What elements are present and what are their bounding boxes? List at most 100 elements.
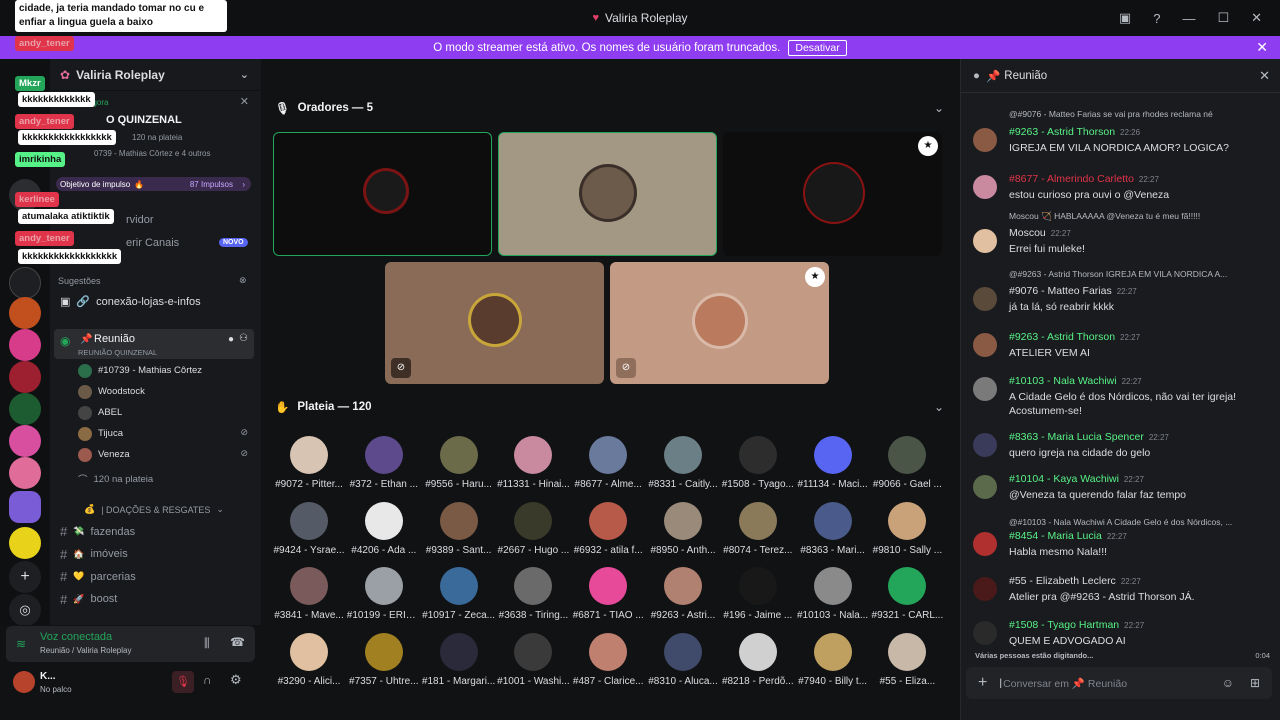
server-folder[interactable] [9,491,41,523]
speakers-header[interactable]: 🎙 Oradores — 5 [275,101,373,115]
audience-member[interactable]: #9810 - Sally ... [870,501,944,556]
message-avatar[interactable] [973,532,997,556]
audience-member[interactable]: #8218 - Perdõ... [721,632,795,687]
add-server-icon[interactable]: + [9,561,41,593]
boost-goal-bar[interactable]: Objetivo de impulso 🔥 87 Impulsos › [56,177,251,191]
audience-member[interactable]: #11134 - Maci... [796,436,870,490]
voice-channel-reuniao[interactable]: ◉ 📌 Reunião REUNIÃO QUINZENAL ● ⚇ [54,329,254,359]
add-attachment-icon[interactable]: + [978,674,987,692]
server-icon[interactable] [9,457,41,489]
message-avatar[interactable] [973,229,997,253]
audience-member[interactable]: #4206 - Ada ... [347,501,421,556]
audience-header[interactable]: ✋ Plateia — 120 [275,400,371,414]
message-author[interactable]: #8454 - Maria Lucia 22:27 [1009,530,1127,542]
audience-member[interactable]: #3841 - Mave... [272,567,346,621]
message-author[interactable]: #10103 - Nala Wachiwi 22:27 [1009,375,1142,387]
message-author[interactable]: #9263 - Astrid Thorson 22:27 [1009,331,1140,343]
help-icon[interactable]: ? [1153,11,1160,26]
audience-member[interactable]: #2667 - Hugo ... [496,501,570,556]
audience-member[interactable]: #9072 - Pitter... [272,436,346,490]
disable-streamer-button[interactable]: Desativar [788,39,847,56]
chevron-down-icon[interactable]: ⌄ [934,400,944,414]
disconnect-icon[interactable]: ☎ [230,635,245,649]
message-avatar[interactable] [973,175,997,199]
server-icon[interactable] [9,329,41,361]
message-author[interactable]: Moscou 22:27 [1009,227,1071,239]
soundboard-icon[interactable]: ⫼ [204,636,210,651]
headphones-icon[interactable]: ∩ [203,673,212,687]
server-header[interactable]: ✿ Valiria Roleplay ⌄ [50,59,261,91]
message-author[interactable]: #10104 - Kaya Wachiwi 22:27 [1009,473,1144,485]
close-suggestions-icon[interactable]: ⊗ [239,275,247,286]
speaker-tile[interactable]: ★ [723,132,942,256]
audience-member[interactable]: #8331 - Caitly... [646,436,720,490]
minimize-button[interactable]: — [1182,11,1195,26]
speaker-tile[interactable] [273,132,492,256]
speaker-tile[interactable]: ⊘ [385,262,604,384]
server-icon[interactable] [9,297,41,329]
audience-member[interactable]: #9321 - CARL... [870,567,944,621]
audience-member[interactable]: #1001 - Washi... [496,632,570,687]
message-avatar[interactable] [973,475,997,499]
audience-member[interactable]: #9263 - Astri... [646,567,720,621]
audience-member[interactable]: #6932 - atila f... [571,501,645,556]
server-icon[interactable] [9,425,41,457]
audience-member[interactable]: #7357 - Uhtre... [347,632,421,687]
browse-channels-row[interactable]: erir Canais [126,237,179,249]
message-author[interactable]: #9263 - Astrid Thorson 22:26 [1009,126,1140,138]
audience-member[interactable]: #9389 - Sant... [422,501,496,556]
message-avatar[interactable] [973,333,997,357]
audience-member[interactable]: #3638 - Tiring... [496,567,570,621]
audience-member[interactable]: #6871 - TIAO ... [571,567,645,621]
audience-member[interactable]: #3290 - Alici... [272,632,346,687]
server-icon[interactable] [9,361,41,393]
message-avatar[interactable] [973,577,997,601]
apps-icon[interactable]: ⊞ [1250,676,1260,690]
audience-member[interactable]: #372 - Ethan ... [347,436,421,490]
audience-member[interactable]: #8363 - Mari... [796,501,870,556]
text-channel[interactable]: # 💸 fazendas [60,524,135,539]
message-avatar[interactable] [973,433,997,457]
audience-member[interactable]: #9424 - Ysrae... [272,501,346,556]
audience-member[interactable]: #8950 - Anth... [646,501,720,556]
inbox-icon[interactable]: ▣ [1119,10,1131,26]
gear-icon[interactable]: ⚙ [230,672,242,688]
mute-mic-icon[interactable]: 🎙 [172,671,194,693]
user-avatar[interactable] [13,671,35,693]
chat-input[interactable]: + | Conversar em 📌 Reunião ☺ ⊞ [966,667,1272,699]
audience-member[interactable]: #9556 - Haru... [422,436,496,490]
message-avatar[interactable] [973,287,997,311]
voice-member[interactable]: Woodstock [78,383,248,401]
audience-member[interactable]: #8310 - Aluca... [646,632,720,687]
server-settings-row[interactable]: rvidor [126,214,154,226]
audience-member[interactable]: #8677 - Alme... [571,436,645,490]
reply-preview[interactable]: @#10103 - Nala Wachiwi A Cidade Gelo é d… [1009,517,1232,527]
audience-member[interactable]: #8074 - Terez... [721,501,795,556]
voice-member[interactable]: #10739 - Mathias Côrtez [78,362,248,380]
message-avatar[interactable] [973,377,997,401]
speaker-tile[interactable]: ★ ⊘ [610,262,829,384]
audience-member[interactable]: #55 - Eliza... [870,632,944,687]
message-author[interactable]: #9076 - Matteo Farias 22:27 [1009,285,1137,297]
message-author[interactable]: #8363 - Maria Lucia Spencer 22:27 [1009,431,1169,443]
audience-member[interactable]: #10103 - Nala... [796,567,870,621]
audience-member[interactable]: #181 - Margari... [422,632,496,687]
voice-member[interactable]: ABEL [78,404,248,422]
voice-member[interactable]: Veneza ⊘ [78,446,248,464]
audience-member[interactable]: #1508 - Tyago... [721,436,795,490]
server-icon[interactable] [9,393,41,425]
server-icon-radioactive[interactable] [9,527,41,559]
message-author[interactable]: #55 - Elizabeth Leclerc 22:27 [1009,575,1141,587]
message-author[interactable]: #1508 - Tyago Hartman 22:27 [1009,619,1144,631]
category-header[interactable]: 💰 | DOAÇÕES & RESGATES ⌄ [84,504,224,515]
audience-member[interactable]: #7940 - Billy t... [796,632,870,687]
chevron-down-icon[interactable]: ⌄ [934,101,944,115]
chat-bubble-icon[interactable]: ● [228,334,234,345]
close-chat-icon[interactable]: ✕ [1259,68,1270,84]
text-channel[interactable]: # 🏠 imóveis [60,547,128,562]
reply-preview[interactable]: @#9076 - Matteo Farias se vai pra rhodes… [1009,109,1213,119]
speaker-tile[interactable] [498,132,717,256]
close-event-icon[interactable]: ✕ [240,95,249,108]
voice-member[interactable]: Tijuca ⊘ [78,425,248,443]
reply-preview[interactable]: Moscou 🏹 HABLAAAAA @Veneza tu é meu fã!!… [1009,211,1200,222]
